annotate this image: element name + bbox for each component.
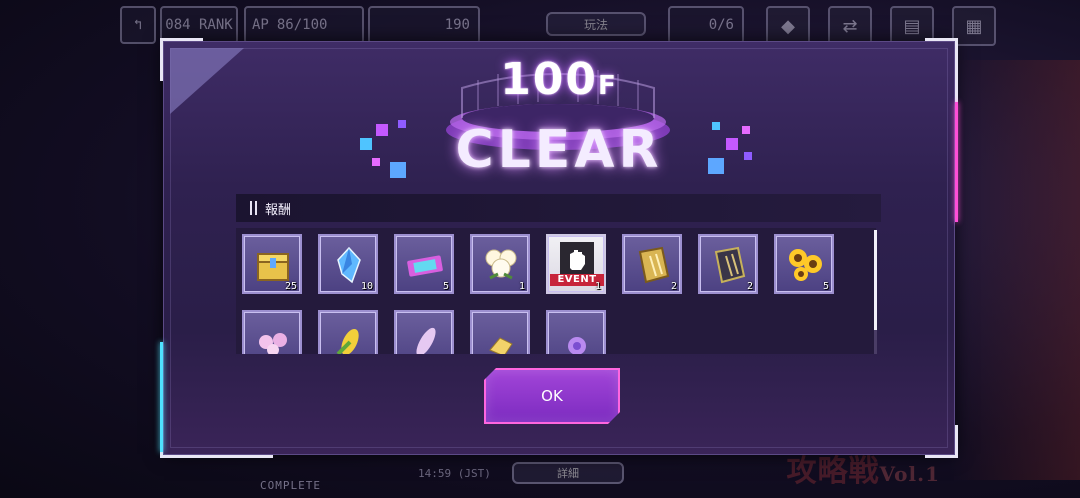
floor-unit: F: [598, 71, 618, 101]
detail-button[interactable]: 詳細: [512, 462, 624, 484]
corner-bracket: [925, 425, 958, 458]
menu-icon-a[interactable]: ◆: [766, 6, 810, 46]
ap-value: 86/100: [276, 17, 328, 33]
sparkle: [360, 138, 372, 150]
treasure-box-icon: [257, 253, 289, 281]
document-icon: ▤: [903, 15, 921, 37]
header-bar: [250, 201, 252, 215]
reward-grid[interactable]: 25 10 5 1 EVENT 1 2 2 5: [236, 228, 876, 354]
ok-label: OK: [541, 387, 563, 405]
reward-item-treasure-box[interactable]: 25: [242, 234, 302, 294]
sparkle: [712, 122, 720, 130]
item-quantity: 2: [746, 281, 753, 292]
reward-item-event-fist[interactable]: EVENT 1: [546, 234, 606, 294]
item-quantity: 25: [284, 281, 297, 292]
back-icon: ↰: [133, 17, 143, 33]
ap-display: AP 86/100: [244, 6, 364, 44]
clear-title: CLEAR: [455, 120, 663, 180]
background-glow: [950, 60, 1080, 480]
sparkle: [742, 126, 750, 134]
currency-value: 190: [444, 17, 470, 33]
item-quantity: 1: [518, 281, 525, 292]
gold-book-icon: [638, 246, 670, 284]
item-quantity: 1: [594, 281, 601, 292]
gold-icon: [489, 337, 513, 354]
reward-item-ticket[interactable]: 5: [394, 234, 454, 294]
diamond-icon: ◆: [781, 15, 795, 37]
blossom-icon: [259, 333, 287, 354]
item-quantity: 2: [670, 281, 677, 292]
reward-item-feather[interactable]: [394, 310, 454, 354]
event-logo-vol: Vol.1: [879, 462, 940, 486]
neon-accent: [955, 102, 958, 222]
counter-display: 0/6: [668, 6, 744, 44]
dark-book-icon: [714, 246, 746, 284]
grid-icon: ▦: [965, 15, 983, 37]
reward-item-gold-book[interactable]: 2: [622, 234, 682, 294]
ap-label: AP: [252, 17, 269, 33]
menu-icon-d[interactable]: ▦: [952, 6, 996, 46]
detail-label: 詳細: [557, 467, 579, 480]
mode-button[interactable]: 玩法: [546, 12, 646, 36]
menu-icon-b[interactable]: ⇄: [828, 6, 872, 46]
reward-header: 報酬: [236, 194, 881, 222]
reward-item-sunflowers[interactable]: 5: [774, 234, 834, 294]
sparkle: [372, 158, 380, 166]
sparkle: [726, 138, 738, 150]
currency-display: 190: [368, 6, 480, 44]
flower-icon: [568, 337, 586, 354]
reward-item-gold-pieces[interactable]: [470, 310, 530, 354]
item-quantity: 5: [822, 281, 829, 292]
reward-item-purple-flower[interactable]: [546, 310, 606, 354]
scrollbar-thumb[interactable]: [874, 230, 877, 330]
roses-icon: [485, 249, 517, 280]
crystal-icon: [337, 246, 361, 284]
ok-button[interactable]: OK: [484, 368, 620, 424]
jst-time: 14:59 (JST): [418, 467, 491, 480]
rank-text: 084 RANK: [165, 17, 233, 33]
corn-icon: [336, 328, 359, 354]
floor-number: 100F: [164, 54, 954, 105]
reward-item-blue-crystal[interactable]: 10: [318, 234, 378, 294]
back-button[interactable]: ↰: [120, 6, 156, 44]
event-logo-text: 攻略戦: [786, 454, 880, 489]
mode-label: 玩法: [583, 17, 608, 32]
header-bar: [255, 201, 257, 215]
neon-accent: [160, 342, 163, 452]
sparkle: [398, 120, 406, 128]
reward-scrollbar[interactable]: [874, 230, 877, 354]
feather-icon: [416, 327, 436, 354]
item-quantity: 10: [360, 281, 373, 292]
reward-item-white-roses[interactable]: 1: [470, 234, 530, 294]
reward-title: 報酬: [265, 202, 292, 218]
sparkle: [376, 124, 388, 136]
sunflower-icon: [789, 249, 822, 281]
exchange-icon: ⇄: [842, 15, 858, 37]
sparkle: [390, 162, 406, 178]
sparkle: [744, 152, 752, 160]
sparkle: [708, 158, 724, 174]
counter-value: 0/6: [708, 17, 734, 33]
reward-item-corn[interactable]: [318, 310, 378, 354]
clear-result-modal: 100F CLEAR 報酬 25 10 5 1 EVENT 1 2 2 5 OK: [160, 38, 958, 458]
reward-item-dark-book[interactable]: 2: [698, 234, 758, 294]
ticket-icon: [407, 255, 443, 277]
complete-label: COMPLETE: [260, 479, 321, 492]
clear-banner: 100F CLEAR: [164, 42, 954, 192]
corner-bracket: [160, 415, 273, 458]
item-quantity: 5: [442, 281, 449, 292]
floor-value: 100: [500, 54, 599, 105]
reward-item-cherry-blossoms[interactable]: [242, 310, 302, 354]
